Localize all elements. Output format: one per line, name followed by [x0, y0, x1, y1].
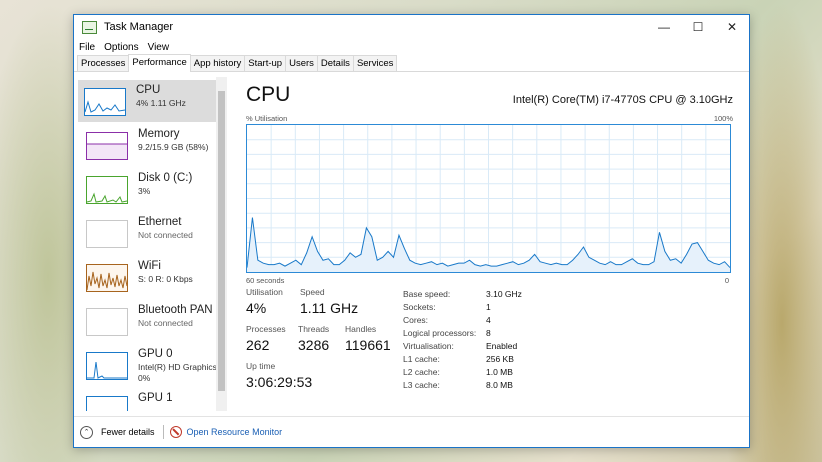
spec-value: 8.0 MB: [486, 380, 513, 390]
sidebar-wifi-title: WiFi: [138, 260, 161, 272]
processes-value: 262: [246, 337, 270, 353]
spec-label: Virtualisation:: [403, 341, 454, 351]
spec-label: Cores:: [403, 315, 429, 325]
cpu-model: Intel(R) Core(TM) i7-4770S CPU @ 3.10GHz: [512, 94, 733, 106]
task-manager-window: Task Manager — ☐ ✕ File Options View Pro…: [73, 14, 750, 448]
spec-label: Logical processors:: [403, 328, 477, 338]
spec-label: Base speed:: [403, 289, 451, 299]
tab-processes[interactable]: Processes: [77, 55, 130, 71]
uptime-label: Up time: [246, 361, 276, 371]
spec-value: Enabled: [486, 341, 518, 351]
sidebar-item-gpu1[interactable]: GPU 1: [80, 388, 216, 411]
sidebar-memory-title: Memory: [138, 128, 180, 140]
fewer-details-button[interactable]: Fewer details: [101, 427, 155, 437]
sidebar-disk-sub: 3%: [138, 186, 151, 196]
sidebar-ethernet-title: Ethernet: [138, 216, 182, 228]
menu-bar: File Options View: [74, 39, 749, 55]
spec-label: L3 cache:: [403, 380, 440, 390]
sidebar-wifi-sub: S: 0 R: 0 Kbps: [138, 274, 193, 284]
footer-bar: ⌃ Fewer details Open Resource Monitor: [74, 416, 749, 447]
sidebar-cpu-title: CPU: [136, 84, 161, 96]
tab-users[interactable]: Users: [285, 55, 318, 71]
sidebar-gpu0-title: GPU 0: [138, 348, 173, 360]
scrollbar-thumb[interactable]: [218, 91, 225, 391]
tab-services[interactable]: Services: [352, 55, 398, 71]
sidebar-bluetooth-title: Bluetooth PAN: [138, 304, 213, 316]
spec-value: 3.10 GHz: [486, 289, 522, 299]
cpu-utilisation-graph: [246, 124, 731, 273]
sidebar-item-gpu0[interactable]: GPU 0 Intel(R) HD Graphics 0%: [80, 344, 217, 386]
chevron-up-icon[interactable]: ⌃: [80, 425, 93, 439]
sidebar-disk-title: Disk 0 (C:): [138, 172, 193, 184]
close-button[interactable]: ✕: [715, 15, 749, 39]
threads-label: Threads: [298, 324, 330, 334]
sidebar-cpu-sub: 4% 1.11 GHz: [136, 98, 186, 108]
sidebar-item-disk[interactable]: Disk 0 (C:) 3%: [80, 168, 216, 210]
sidebar-gpu0-sub: Intel(R) HD Graphics 0%: [138, 362, 217, 383]
tab-startup[interactable]: Start-up: [244, 55, 287, 71]
spec-value: 1: [486, 302, 491, 312]
memory-thumbnail-graph: [86, 132, 128, 160]
sidebar-item-memory[interactable]: Memory 9.2/15.9 GB (58%): [80, 124, 216, 166]
spec-value: 8: [486, 328, 491, 338]
menu-file[interactable]: File: [79, 42, 95, 53]
handles-value: 119661: [345, 337, 391, 353]
window-title: Task Manager: [104, 21, 174, 33]
sidebar-memory-sub: 9.2/15.9 GB (58%): [138, 142, 209, 152]
spec-value: 4: [486, 315, 491, 325]
sidebar-item-wifi[interactable]: WiFi S: 0 R: 0 Kbps: [80, 256, 216, 298]
disk-thumbnail-graph: [86, 176, 128, 204]
bluetooth-thumbnail-graph: [86, 308, 128, 336]
sidebar-item-ethernet[interactable]: Ethernet Not connected: [80, 212, 216, 254]
speed-label: Speed: [300, 287, 325, 297]
sidebar-scrollbar[interactable]: [216, 77, 227, 411]
wifi-thumbnail-graph: [86, 264, 128, 292]
uptime-value: 3:06:29:53: [246, 374, 313, 390]
resource-monitor-icon: [169, 426, 182, 438]
cpu-detail-panel: CPU Intel(R) Core(TM) i7-4770S CPU @ 3.1…: [246, 77, 741, 411]
tab-app-history[interactable]: App history: [189, 55, 246, 71]
gpu0-thumbnail-graph: [86, 352, 128, 380]
spec-label: L2 cache:: [403, 367, 440, 377]
sidebar-bluetooth-sub: Not connected: [138, 318, 193, 328]
sidebar-gpu1-title: GPU 1: [138, 392, 173, 404]
graph-max-label: 100%: [713, 114, 733, 123]
cpu-thumbnail-graph: [84, 88, 126, 116]
spec-label: Sockets:: [403, 302, 436, 312]
menu-options[interactable]: Options: [104, 42, 138, 53]
maximize-button[interactable]: ☐: [681, 15, 715, 39]
gpu1-thumbnail-graph: [86, 396, 128, 411]
threads-value: 3286: [298, 337, 330, 353]
speed-value: 1.11 GHz: [300, 300, 359, 316]
minimize-button[interactable]: —: [647, 15, 681, 39]
divider: [162, 425, 164, 439]
tab-details[interactable]: Details: [316, 55, 354, 71]
sidebar-item-cpu[interactable]: CPU 4% 1.11 GHz: [78, 80, 217, 122]
graph-utilisation-label: % Utilisation: [246, 114, 288, 123]
task-manager-icon: [82, 20, 97, 34]
graph-time-label: 60 seconds: [246, 276, 285, 285]
title-bar[interactable]: Task Manager — ☐ ✕: [74, 15, 749, 39]
utilisation-label: Utilisation: [246, 287, 283, 297]
sidebar-ethernet-sub: Not connected: [138, 230, 193, 240]
handles-label: Handles: [345, 324, 377, 334]
open-resource-monitor-link[interactable]: Open Resource Monitor: [187, 427, 283, 437]
menu-view[interactable]: View: [148, 42, 170, 53]
graph-zero-label: 0: [724, 276, 729, 285]
tab-performance[interactable]: Performance: [128, 54, 191, 72]
sidebar-item-bluetooth[interactable]: Bluetooth PAN Not connected: [80, 300, 216, 342]
processes-label: Processes: [246, 324, 286, 334]
ethernet-thumbnail-graph: [86, 220, 128, 248]
spec-value: 1.0 MB: [486, 367, 513, 377]
spec-value: 256 KB: [486, 354, 514, 364]
spec-label: L1 cache:: [403, 354, 440, 364]
resource-sidebar: CPU 4% 1.11 GHz Memory 9.2/15.9 GB (58%)…: [78, 77, 230, 411]
utilisation-value: 4%: [246, 300, 267, 316]
tab-bar: Processes Performance App history Start-…: [74, 54, 749, 72]
page-title: CPU: [246, 83, 291, 106]
